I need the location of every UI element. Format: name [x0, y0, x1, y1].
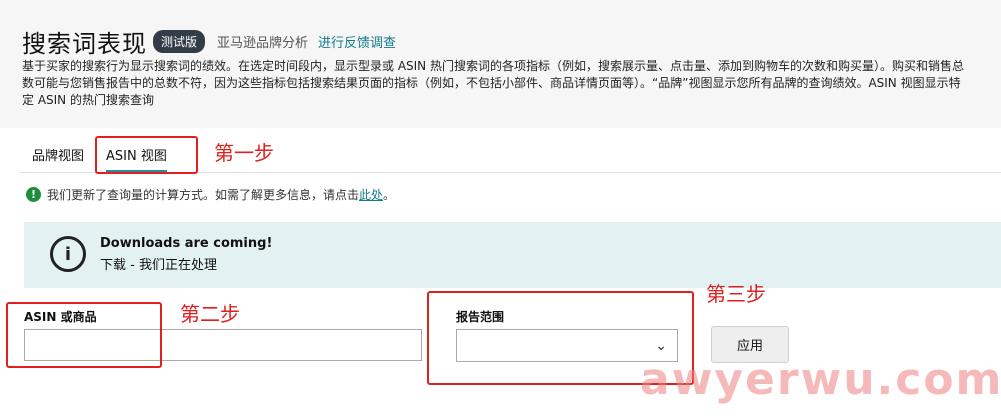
- tab-brand-view[interactable]: 品牌视图: [32, 145, 84, 173]
- notice-suffix: 。: [383, 188, 396, 202]
- step3-label: 第三步: [706, 282, 766, 306]
- page-title: 搜索词表现: [22, 30, 147, 58]
- feedback-survey-link[interactable]: 进行反馈调查: [318, 32, 396, 51]
- banner-subtitle: 下载 - 我们正在处理: [100, 258, 217, 273]
- step1-highlight-box: [95, 136, 198, 174]
- update-notice: ! 我们更新了查询量的计算方式。如需了解更多信息，请点击 此处 。: [26, 186, 395, 203]
- step2-highlight-box: [6, 302, 162, 368]
- beta-badge: 测试版: [153, 30, 206, 53]
- title-row: 搜索词表现 测试版 亚马逊品牌分析 进行反馈调查: [22, 24, 396, 59]
- watermark: awyerwu.com: [640, 354, 1001, 405]
- page-description: 基于买家的搜索行为显示搜索词的绩效。在选定时间段内，显示型录或 ASIN 热门搜…: [22, 59, 964, 107]
- notice-text: 我们更新了查询量的计算方式。如需了解更多信息，请点击: [47, 188, 360, 202]
- notice-link[interactable]: 此处: [359, 186, 383, 203]
- step2-label: 第二步: [180, 302, 240, 326]
- step1-label: 第一步: [214, 141, 274, 165]
- banner-title: Downloads are coming!: [100, 236, 273, 251]
- success-icon: !: [26, 187, 41, 202]
- brand-analytics-label: 亚马逊品牌分析: [217, 36, 309, 51]
- info-icon: i: [50, 236, 86, 272]
- downloads-banner: i Downloads are coming! 下载 - 我们正在处理: [24, 222, 1001, 288]
